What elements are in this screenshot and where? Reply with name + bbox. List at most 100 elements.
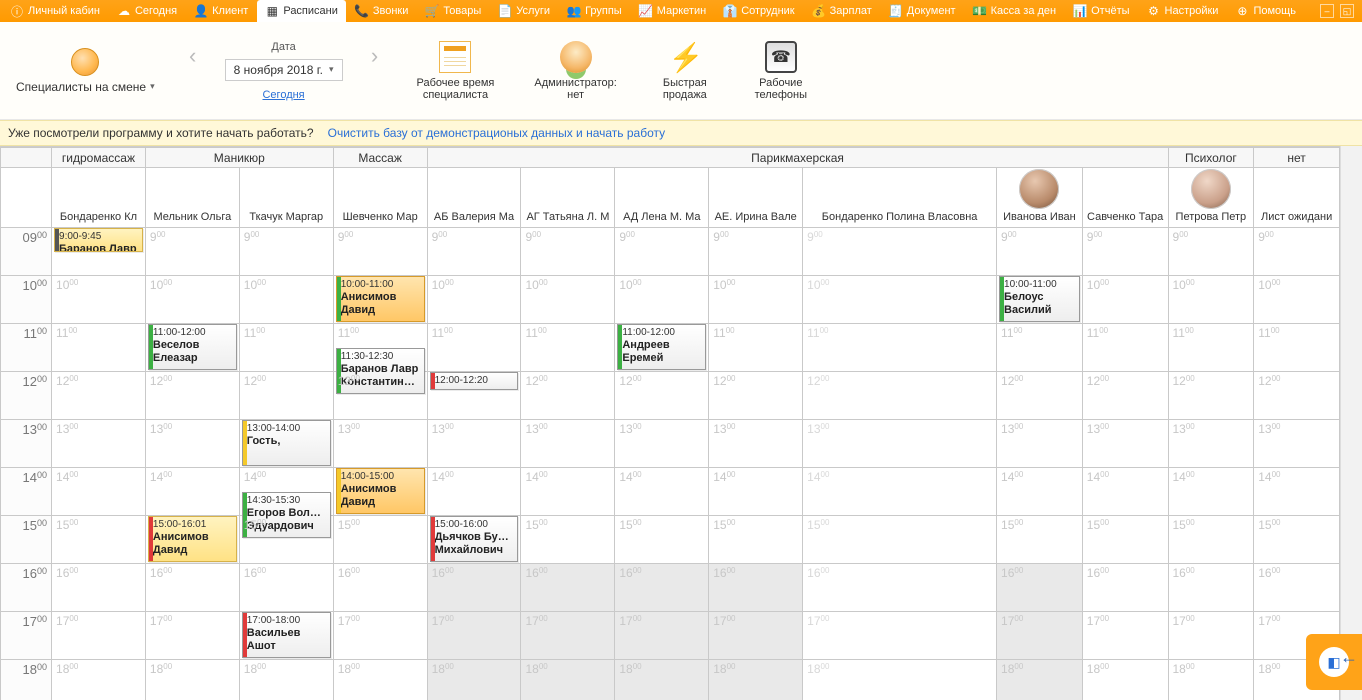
time-slot[interactable]: 1300 (709, 420, 803, 468)
time-slot[interactable]: 1800 (997, 660, 1083, 700)
work-time-button[interactable]: Рабочее время специалиста (407, 26, 505, 115)
time-slot[interactable]: 130013:00-14:00Гость, (239, 420, 333, 468)
time-slot[interactable]: 1700 (427, 612, 521, 660)
prev-date-button[interactable]: ‹ (181, 26, 205, 86)
time-slot[interactable]: 140014:30-15:30Егоров Вол… Эдуардович ⌄ (239, 468, 333, 516)
ribbon-tab-1[interactable]: ☁Сегодня (109, 0, 185, 22)
time-slot[interactable]: 1200 (709, 372, 803, 420)
vertical-scrollbar[interactable] (1340, 146, 1362, 700)
time-slot[interactable]: 1700 (997, 612, 1083, 660)
time-slot[interactable]: 900 (427, 228, 521, 276)
minimize-icon[interactable]: – (1320, 4, 1334, 18)
clear-demo-link[interactable]: Очистить базу от демонстрационых данных … (328, 126, 666, 140)
time-slot[interactable]: 1600 (52, 564, 146, 612)
ribbon-tab-15[interactable]: ⊕Помощь (1227, 0, 1304, 22)
time-slot[interactable]: 1400 (1082, 468, 1168, 516)
phones-button[interactable]: Рабочие телефоны (743, 26, 819, 115)
time-slot[interactable]: 1600 (145, 564, 239, 612)
time-slot[interactable]: 100010:00-11:00Анисимов Давид (333, 276, 427, 324)
time-slot[interactable]: 1300 (1168, 420, 1254, 468)
ribbon-tab-5[interactable]: 🛒Товары (417, 0, 489, 22)
time-slot[interactable]: 1400 (615, 468, 709, 516)
time-slot[interactable]: 1200 (1082, 372, 1168, 420)
time-slot[interactable]: 1800 (239, 660, 333, 700)
time-slot[interactable]: 1300 (521, 420, 615, 468)
time-slot[interactable]: 1200 (239, 372, 333, 420)
staff-header[interactable]: Савченко Тара (1082, 168, 1168, 228)
time-slot[interactable]: 1400 (521, 468, 615, 516)
time-slot[interactable]: 900 (1254, 228, 1340, 276)
time-slot[interactable]: 1800 (615, 660, 709, 700)
ribbon-tab-13[interactable]: 📊Отчёты (1065, 0, 1137, 22)
staff-header[interactable]: Шевченко Мар (333, 168, 427, 228)
time-slot[interactable]: 1800 (427, 660, 521, 700)
time-slot[interactable]: 900 (145, 228, 239, 276)
time-slot[interactable]: 1800 (52, 660, 146, 700)
time-slot[interactable]: 1600 (997, 564, 1083, 612)
time-slot[interactable]: 1500 (239, 516, 333, 564)
time-slot[interactable]: 170017:00-18:00Васильев Ашот (239, 612, 333, 660)
ribbon-tab-10[interactable]: 💰Зарплат (804, 0, 880, 22)
time-slot[interactable]: 1200 (1254, 372, 1340, 420)
time-slot[interactable]: 150015:00-16:01Анисимов Давид (145, 516, 239, 564)
time-slot[interactable]: 1800 (521, 660, 615, 700)
appointment[interactable]: 15:00-16:00Дьячков Бу… Михайлович ⌄ (430, 516, 519, 562)
ribbon-tab-3[interactable]: ▦Расписани (257, 0, 346, 22)
time-slot[interactable]: 120012:00-12:20 (427, 372, 521, 420)
time-slot[interactable]: 1600 (1168, 564, 1254, 612)
staff-header[interactable]: АЕ. Ирина Вале (709, 168, 803, 228)
time-slot[interactable]: 1000 (615, 276, 709, 324)
time-slot[interactable]: 1000 (1082, 276, 1168, 324)
ribbon-tab-0[interactable]: ⓘЛичный кабин (2, 0, 108, 22)
time-slot[interactable]: 110011:30-12:30Баранов Лавр Константин… (333, 324, 427, 372)
time-slot[interactable]: 900 (521, 228, 615, 276)
time-slot[interactable]: 1600 (1254, 564, 1340, 612)
expand-icon[interactable]: ◱ (1340, 4, 1354, 18)
time-slot[interactable]: 1000 (709, 276, 803, 324)
appointment[interactable]: 10:00-11:00Белоус Василий (999, 276, 1080, 322)
time-slot[interactable]: 1700 (145, 612, 239, 660)
time-slot[interactable]: 1600 (427, 564, 521, 612)
time-slot[interactable]: 900 (709, 228, 803, 276)
time-slot[interactable]: 1600 (333, 564, 427, 612)
time-slot[interactable]: 900 (615, 228, 709, 276)
time-slot[interactable]: 900 (997, 228, 1083, 276)
time-slot[interactable]: 1600 (709, 564, 803, 612)
time-slot[interactable]: 1700 (615, 612, 709, 660)
quick-sale-button[interactable]: ⚡ Быстрая продажа (647, 26, 723, 115)
date-picker[interactable]: 8 ноября 2018 г. (225, 59, 343, 81)
time-slot[interactable]: 1100 (1168, 324, 1254, 372)
time-slot[interactable]: 1400 (1168, 468, 1254, 516)
ribbon-tab-8[interactable]: 📈Маркетин (631, 0, 714, 22)
time-slot[interactable]: 1400 (709, 468, 803, 516)
time-slot[interactable]: 1400 (1254, 468, 1340, 516)
time-slot[interactable]: 1500 (803, 516, 997, 564)
time-slot[interactable]: 1600 (239, 564, 333, 612)
staff-header[interactable]: Лист ожидани (1254, 168, 1340, 228)
time-slot[interactable]: 9009:00-9:45Баранов Лавр (52, 228, 146, 276)
time-slot[interactable]: 1600 (803, 564, 997, 612)
time-slot[interactable]: 150015:00-16:00Дьячков Бу… Михайлович ⌄ (427, 516, 521, 564)
time-slot[interactable]: 1100 (803, 324, 997, 372)
time-slot[interactable]: 1100 (427, 324, 521, 372)
time-slot[interactable]: 110011:00-12:00Андреев Еремей (615, 324, 709, 372)
tray-toggle-button[interactable]: ◧ ← (1306, 634, 1362, 690)
time-slot[interactable]: 1300 (1082, 420, 1168, 468)
admin-button[interactable]: Администратор: нет (524, 26, 626, 115)
time-slot[interactable]: 1300 (333, 420, 427, 468)
staff-header[interactable]: Петрова Петр (1168, 168, 1254, 228)
time-slot[interactable]: 1800 (145, 660, 239, 700)
time-slot[interactable]: 1000 (52, 276, 146, 324)
time-slot[interactable]: 1600 (615, 564, 709, 612)
staff-header[interactable]: Ткачук Маргар (239, 168, 333, 228)
appointment[interactable]: 13:00-14:00Гость, (242, 420, 331, 466)
appointment[interactable]: 11:00-12:00Андреев Еремей (617, 324, 706, 370)
time-slot[interactable]: 1300 (145, 420, 239, 468)
staff-header[interactable]: Иванова Иван (997, 168, 1083, 228)
time-slot[interactable]: 1200 (52, 372, 146, 420)
ribbon-tab-9[interactable]: 👔Сотрудник (715, 0, 802, 22)
appointment[interactable]: 15:00-16:01Анисимов Давид (148, 516, 237, 562)
time-slot[interactable]: 1100 (1082, 324, 1168, 372)
time-slot[interactable]: 1400 (145, 468, 239, 516)
time-slot[interactable]: 1500 (521, 516, 615, 564)
